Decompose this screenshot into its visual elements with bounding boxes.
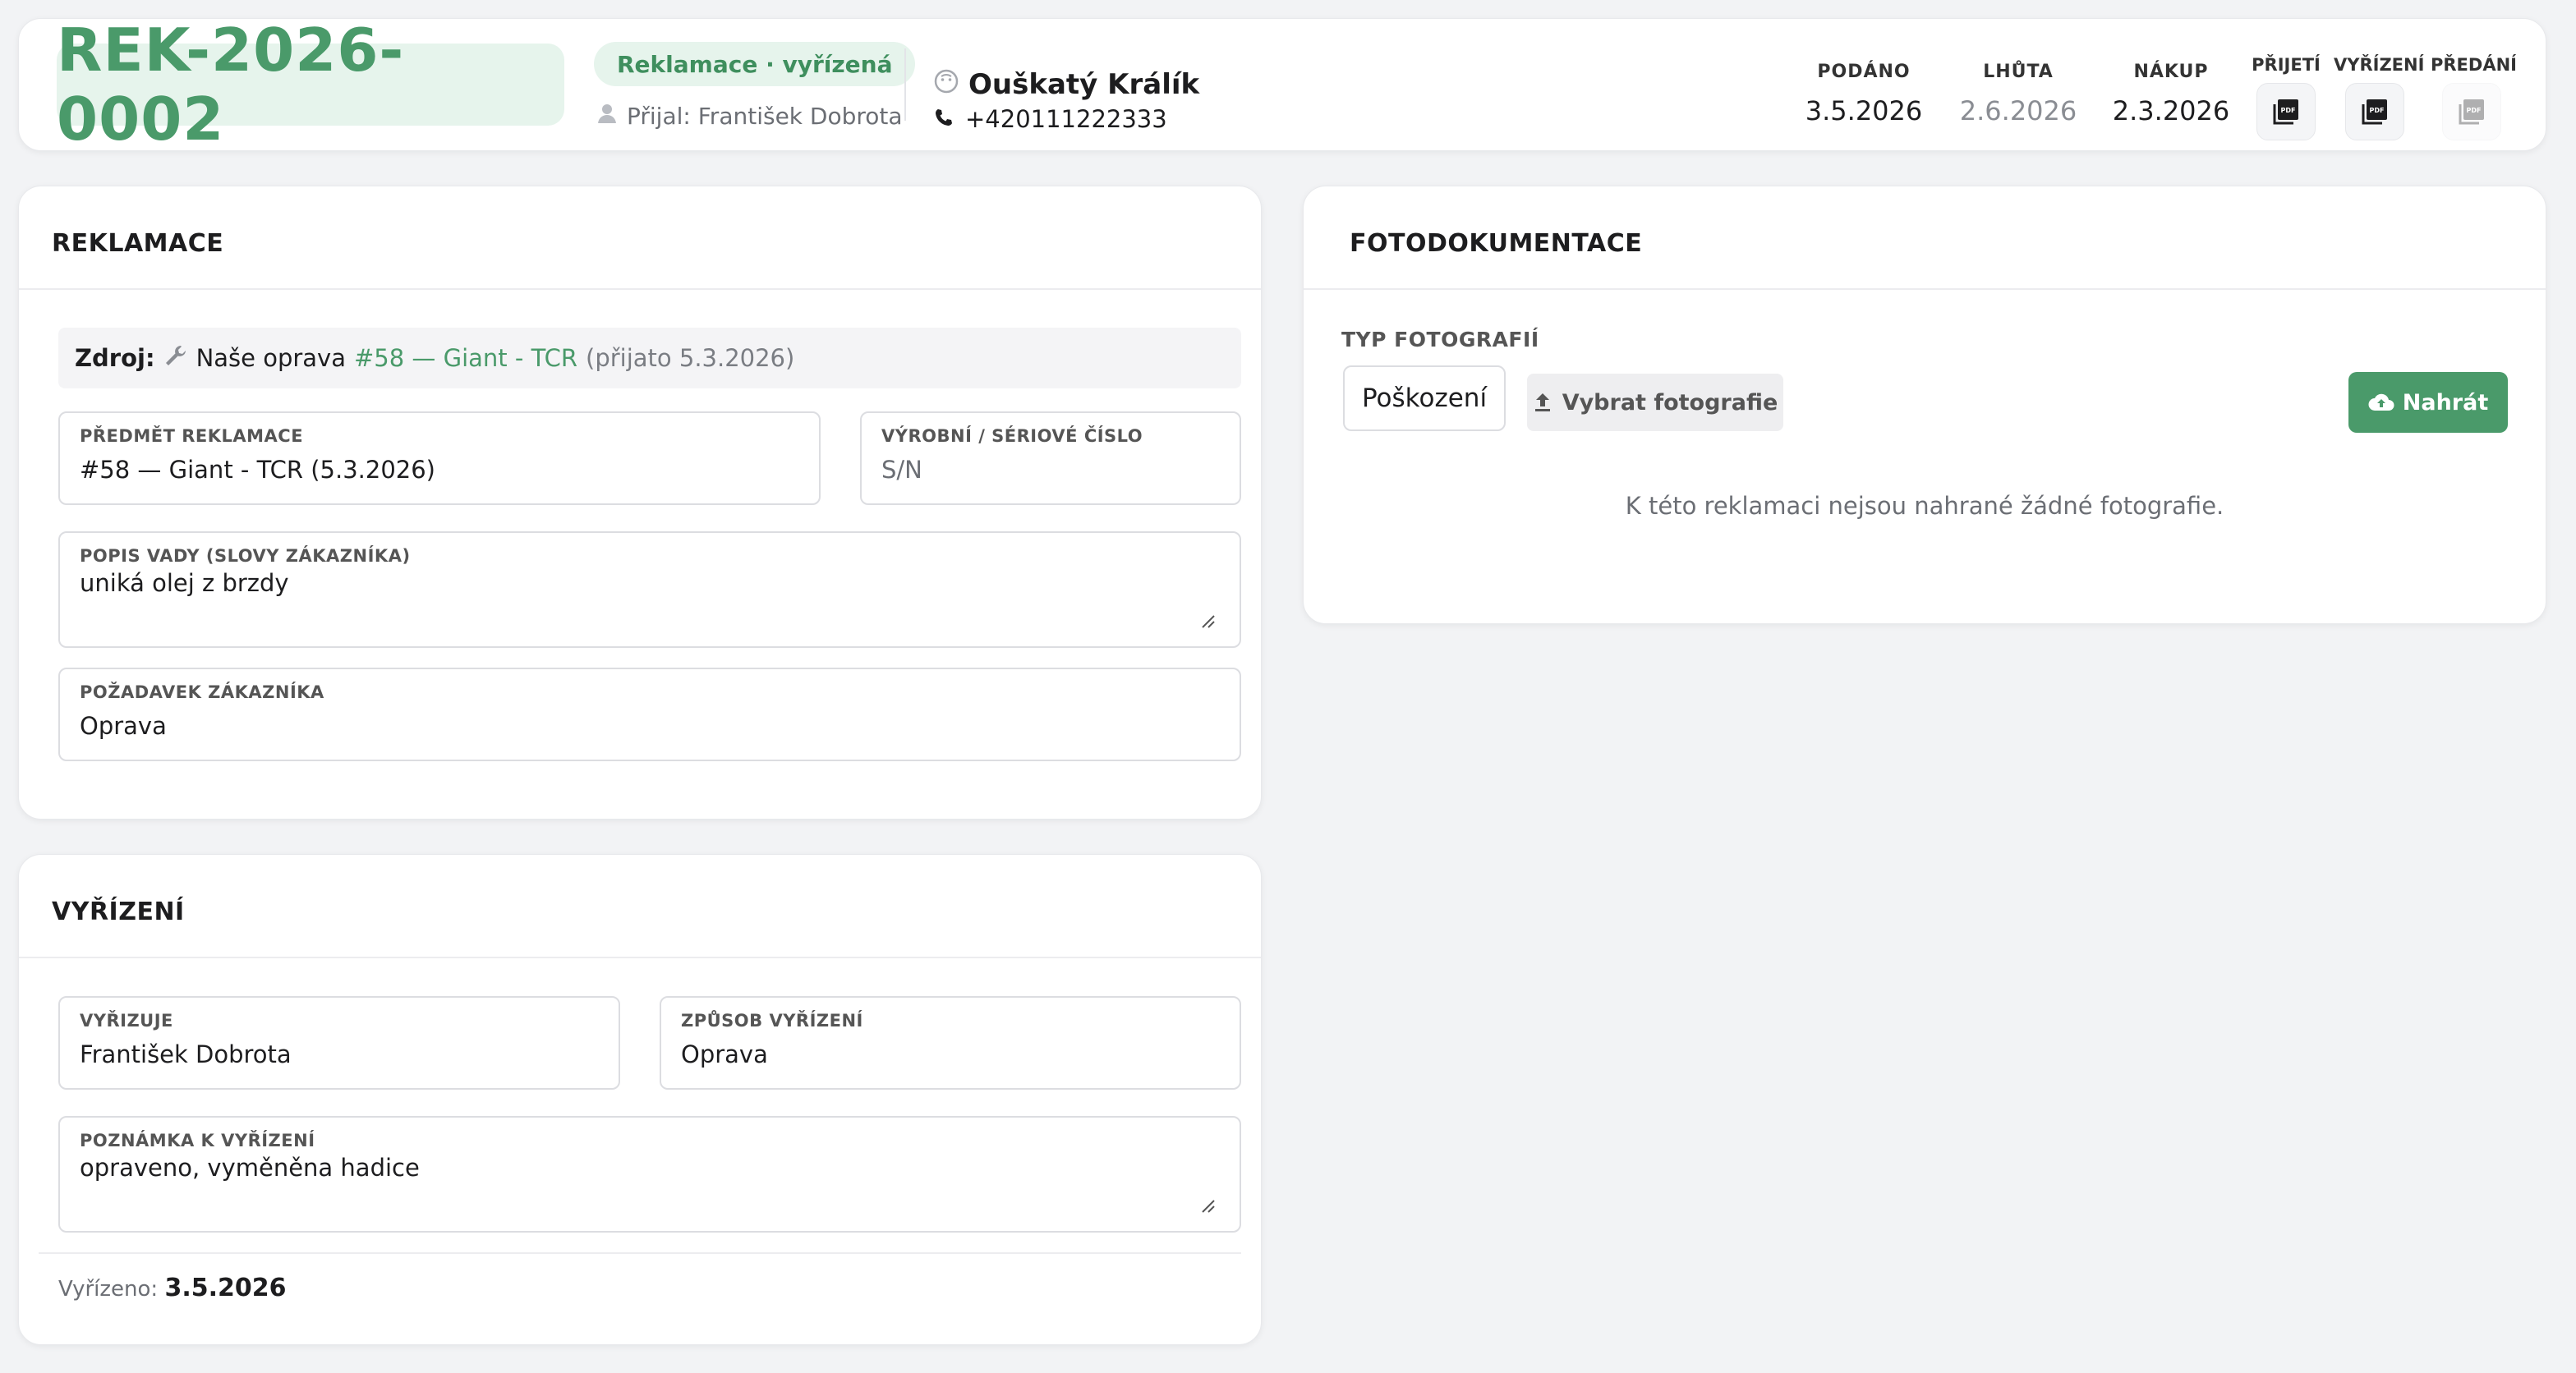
serial-number-label: VÝROBNÍ / SÉRIOVÉ ČÍSLO — [881, 426, 1143, 446]
handler-field[interactable]: VYŘIZUJE František Dobrota — [58, 996, 620, 1090]
status-badge: Reklamace · vyřízená — [594, 42, 916, 86]
resolution-section-title: VYŘÍZENÍ — [52, 898, 185, 926]
customer-name[interactable]: Ouškatý Králík — [934, 62, 1199, 108]
date-filed-value: 3.5.2026 — [1805, 95, 1923, 126]
received-by: Přijal: František Dobrota — [597, 99, 903, 132]
pdf-handover-label: PŘEDÁNÍ — [2431, 55, 2517, 75]
claim-header: REK-2026-0002 Reklamace · vyřízená Přija… — [18, 16, 2546, 154]
upload-arrow-icon — [1534, 393, 1550, 411]
resolution-method-value: Oprava — [681, 1040, 768, 1068]
section-divider — [19, 288, 1261, 290]
resolution-method-field[interactable]: ZPŮSOB VYŘÍZENÍ Oprava — [660, 996, 1241, 1090]
resolved-label: Vyřízeno: — [58, 1277, 159, 1302]
claim-id: REK-2026-0002 — [57, 16, 564, 154]
upload-label: Nahrát — [2402, 389, 2489, 416]
wrench-icon — [163, 343, 188, 374]
claim-section: REKLAMACE Zdroj: Naše oprava #58 — Giant… — [18, 186, 1262, 820]
pdf-handover-button[interactable]: PDF — [2442, 83, 2501, 140]
defect-description-textarea[interactable]: POPIS VADY (SLOVY ZÁKAZNÍKA) uniká olej … — [58, 531, 1241, 648]
pdf-intake-button[interactable]: PDF — [2256, 83, 2316, 140]
defect-description-value: uniká olej z brzdy — [80, 569, 289, 597]
date-purchase: NÁKUP 2.3.2026 — [2097, 62, 2245, 126]
customer-phone[interactable]: +420111222333 — [934, 103, 1167, 135]
pdf-resolution-button[interactable]: PDF — [2345, 83, 2404, 140]
resolved-date: Vyřízeno: 3.5.2026 — [58, 1274, 287, 1302]
source-note: (přijato 5.3.2026) — [586, 344, 795, 372]
subject-label: PŘEDMĚT REKLAMACE — [80, 426, 304, 446]
section-divider — [1304, 288, 2546, 290]
source-text: Naše oprava — [196, 344, 346, 372]
pdf-icon: PDF — [2273, 99, 2298, 125]
section-divider — [19, 957, 1261, 958]
claim-section-title: REKLAMACE — [52, 229, 224, 258]
date-filed: PODÁNO 3.5.2026 — [1790, 62, 1938, 126]
handler-value: František Dobrota — [80, 1040, 292, 1068]
resolution-note-textarea[interactable]: POZNÁMKA K VYŘÍZENÍ opraveno, vyměněna h… — [58, 1116, 1241, 1233]
received-by-text: Přijal: František Dobrota — [627, 102, 903, 130]
pdf-intake: PŘIJETÍ PDF — [2245, 55, 2327, 140]
defect-description-label: POPIS VADY (SLOVY ZÁKAZNÍKA) — [80, 546, 411, 566]
subject-value: #58 — Giant - TCR (5.3.2026) — [80, 456, 435, 484]
source-repair-link[interactable]: #58 — Giant - TCR — [354, 344, 577, 372]
phone-icon — [934, 105, 954, 133]
source-bar: Zdroj: Naše oprava #58 — Giant - TCR (př… — [58, 328, 1241, 388]
photo-type-label: TYP FOTOGRAFIÍ — [1341, 328, 1539, 351]
date-purchase-label: NÁKUP — [2133, 62, 2209, 82]
source-label: Zdroj: — [75, 344, 155, 372]
resize-grip-icon[interactable] — [1200, 613, 1215, 628]
serial-number-input[interactable]: VÝROBNÍ / SÉRIOVÉ ČÍSLO S/N — [860, 411, 1241, 505]
pdf-handover: PŘEDÁNÍ PDF — [2431, 55, 2517, 140]
date-deadline: LHŮTA 2.6.2026 — [1944, 62, 2092, 126]
resolution-method-label: ZPŮSOB VYŘÍZENÍ — [681, 1011, 863, 1031]
photo-section-title: FOTODOKUMENTACE — [1350, 229, 1643, 258]
pdf-resolution: VYŘÍZENÍ PDF — [2334, 55, 2425, 140]
pdf-icon: PDF — [2362, 99, 2387, 125]
choose-photos-label: Vybrat fotografie — [1562, 389, 1778, 416]
date-deadline-label: LHŮTA — [1983, 62, 2054, 82]
svg-text:PDF: PDF — [2281, 107, 2296, 114]
pdf-icon: PDF — [2459, 99, 2484, 125]
photo-type-select[interactable]: Poškození — [1343, 365, 1506, 431]
resolved-divider — [39, 1252, 1241, 1254]
customer-request-label: POŽADAVEK ZÁKAZNÍKA — [80, 682, 324, 702]
date-deadline-value: 2.6.2026 — [1959, 95, 2077, 126]
svg-text:PDF: PDF — [2467, 107, 2482, 114]
resolution-note-value: opraveno, vyměněna hadice — [80, 1154, 420, 1182]
date-filed-label: PODÁNO — [1817, 62, 1911, 82]
customer-phone-text: +420111222333 — [965, 105, 1167, 133]
resolution-section: VYŘÍZENÍ VYŘIZUJE František Dobrota ZPŮS… — [18, 854, 1262, 1345]
handler-label: VYŘIZUJE — [80, 1011, 173, 1031]
customer-request-value: Oprava — [80, 712, 167, 740]
no-photos-message: K této reklamaci nejsou nahrané žádné fo… — [1625, 492, 2224, 520]
serial-number-placeholder: S/N — [881, 456, 922, 484]
person-icon — [597, 103, 617, 130]
customer-avatar-icon — [934, 68, 959, 101]
resize-grip-icon[interactable] — [1200, 1198, 1215, 1213]
upload-button[interactable]: Nahrát — [2348, 372, 2508, 433]
customer-request-field[interactable]: POŽADAVEK ZÁKAZNÍKA Oprava — [58, 668, 1241, 761]
date-purchase-value: 2.3.2026 — [2112, 95, 2230, 126]
resolved-date-value: 3.5.2026 — [164, 1274, 287, 1302]
pdf-resolution-label: VYŘÍZENÍ — [2334, 55, 2425, 75]
pdf-intake-label: PŘIJETÍ — [2252, 55, 2321, 75]
customer-name-text: Ouškatý Králík — [968, 68, 1200, 101]
svg-text:PDF: PDF — [2370, 107, 2385, 114]
resolution-note-label: POZNÁMKA K VYŘÍZENÍ — [80, 1131, 315, 1150]
cloud-upload-icon — [2368, 393, 2394, 411]
subject-field[interactable]: PŘEDMĚT REKLAMACE #58 — Giant - TCR (5.3… — [58, 411, 821, 505]
photo-section: FOTODOKUMENTACE TYP FOTOGRAFIÍ Poškození… — [1303, 186, 2546, 624]
choose-photos-button[interactable]: Vybrat fotografie — [1527, 374, 1783, 431]
header-divider — [904, 48, 906, 121]
